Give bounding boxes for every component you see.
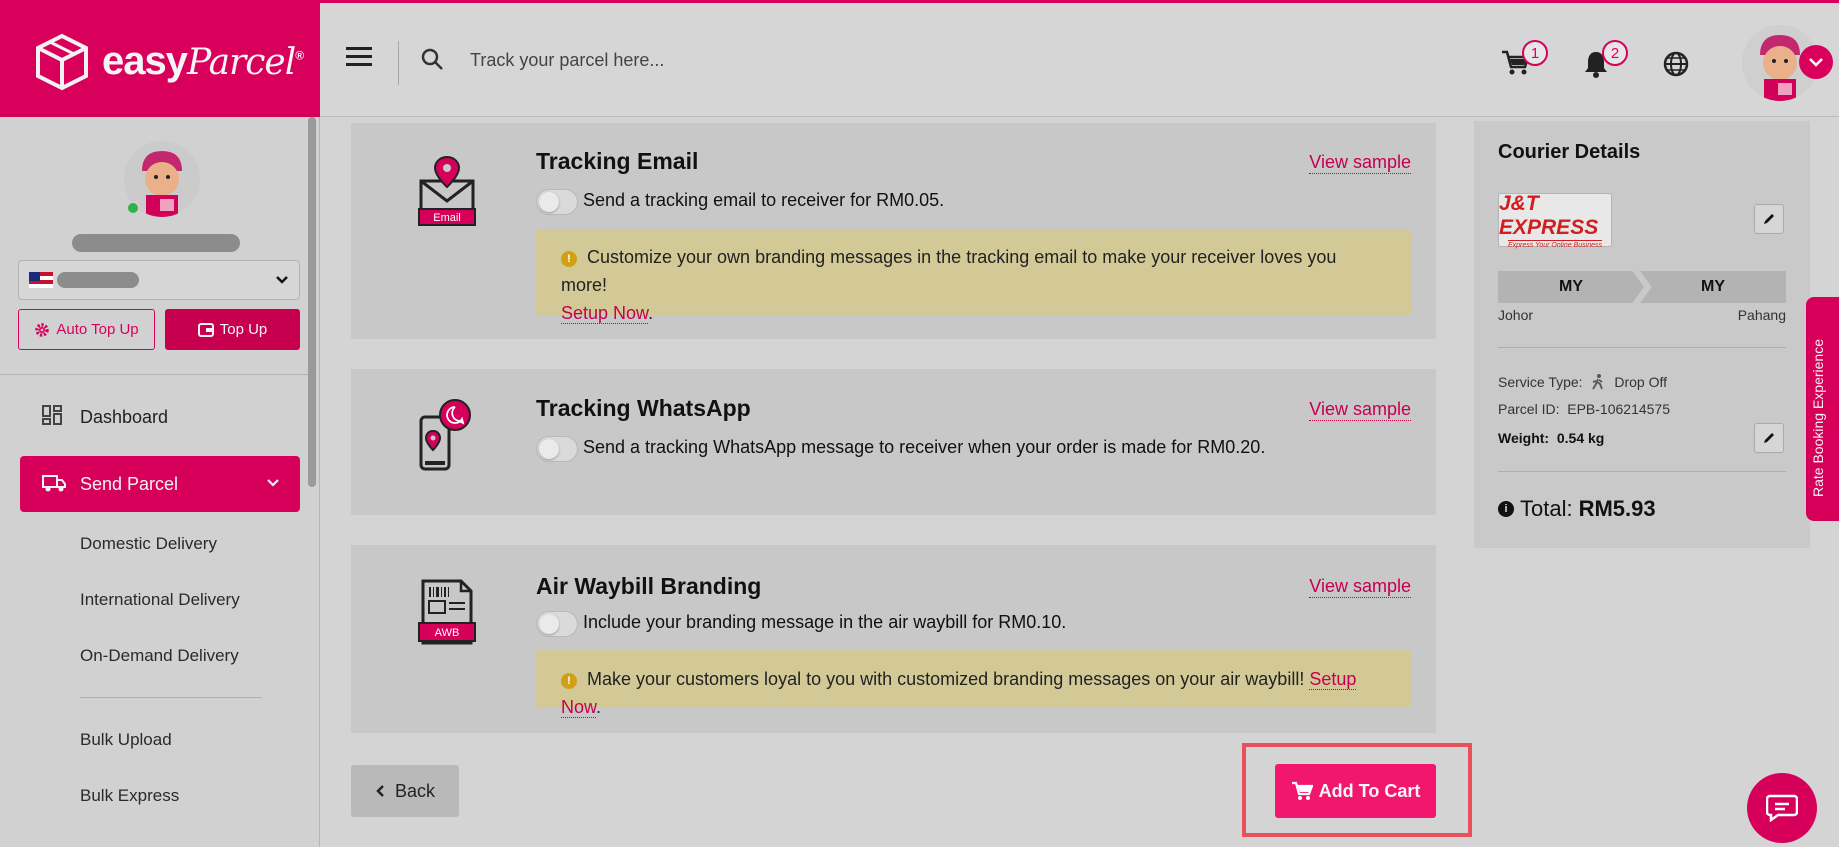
svg-text:AWB: AWB — [435, 627, 460, 639]
language-globe-icon[interactable] — [1662, 50, 1690, 78]
brand-name: easyParcel® — [102, 39, 304, 83]
auto-top-up-label: Auto Top Up — [56, 321, 139, 338]
account-balance-select[interactable] — [18, 260, 300, 300]
origin-state: Johor — [1498, 307, 1534, 323]
view-sample-link[interactable]: View sample — [1309, 152, 1411, 174]
brand-logo[interactable]: easyParcel® — [0, 3, 320, 120]
sidebar-subitem-on-demand[interactable]: On-Demand Delivery — [80, 646, 239, 666]
info-note: ! Make your customers loyal to you with c… — [536, 650, 1411, 718]
sidebar-item-send-parcel[interactable]: Send Parcel — [20, 456, 300, 512]
toggle-label: Send a tracking WhatsApp message to rece… — [583, 437, 1266, 457]
parcel-id-row: Parcel ID: EPB-106214575 — [1498, 401, 1671, 417]
top-bar: easyParcel® 1 2 — [0, 0, 1839, 120]
svg-text:Email: Email — [433, 212, 461, 224]
info-icon: ! — [561, 673, 577, 689]
sidebar-subitem-bulk-upload[interactable]: Bulk Upload — [80, 730, 172, 750]
panel-title: Courier Details — [1498, 141, 1641, 163]
air-waybill-toggle[interactable] — [536, 611, 578, 637]
add-to-cart-label: Add To Cart — [1318, 780, 1421, 801]
card-title: Air Waybill Branding — [536, 573, 762, 599]
courier-logo: J&T EXPRESS Express Your Online Business — [1498, 192, 1612, 249]
email-location-icon: Email — [418, 155, 476, 226]
delivery-truck-icon — [42, 475, 66, 492]
sidebar: Auto Top Up Top Up Dashboard Send Parcel… — [0, 117, 320, 847]
sidebar-item-dashboard[interactable]: Dashboard — [20, 391, 300, 443]
destination-state: Pahang — [1737, 307, 1786, 323]
chevron-down-icon — [267, 479, 279, 487]
sidebar-scrollbar[interactable] — [308, 117, 316, 487]
add-to-cart-button[interactable]: Add To Cart — [1275, 764, 1436, 818]
view-sample-link[interactable]: View sample — [1309, 576, 1411, 598]
horizontal-scrollbar[interactable] — [320, 842, 346, 847]
toggle-label: Include your branding message in the air… — [583, 612, 1067, 632]
malaysia-flag-icon — [29, 272, 53, 288]
total-price: i Total: RM5.93 — [1498, 496, 1656, 522]
card-title: Tracking Email — [536, 148, 699, 174]
sidebar-item-label: Send Parcel — [80, 473, 179, 494]
walking-person-icon — [1592, 374, 1604, 390]
divider — [1498, 347, 1786, 348]
sidebar-item-label: Dashboard — [80, 406, 169, 427]
parcel-box-icon — [36, 33, 88, 90]
user-menu-chevron-icon[interactable] — [1799, 45, 1833, 79]
live-chat-button[interactable] — [1747, 773, 1817, 843]
auto-top-up-button[interactable]: Auto Top Up — [18, 309, 155, 350]
addon-card-tracking-whatsapp: Tracking WhatsApp View sample Send a tra… — [351, 369, 1436, 515]
track-parcel-input[interactable] — [470, 43, 1070, 77]
edit-courier-button[interactable] — [1754, 204, 1784, 234]
edit-parcel-button[interactable] — [1754, 423, 1784, 453]
card-title: Tracking WhatsApp — [536, 395, 751, 421]
whatsapp-phone-icon — [419, 399, 471, 471]
sidebar-divider — [0, 374, 308, 375]
sidebar-subdivider — [80, 697, 262, 698]
back-button[interactable]: Back — [351, 765, 459, 817]
menu-toggle-icon[interactable] — [346, 47, 372, 69]
redacted-username — [72, 234, 240, 252]
pencil-icon — [1764, 433, 1774, 443]
cart-icon — [1291, 781, 1313, 800]
chat-bubble-icon — [1766, 794, 1798, 822]
divider — [1498, 471, 1786, 472]
rate-booking-experience-tab[interactable]: Rate Booking Experience — [1806, 297, 1839, 521]
chevron-left-icon — [376, 785, 384, 797]
chevron-down-icon — [276, 276, 288, 284]
addon-card-air-waybill-branding: AWB Air Waybill Branding View sample Inc… — [351, 545, 1436, 733]
back-label: Back — [394, 780, 436, 801]
weight-row: Weight: 0.54 kg — [1498, 430, 1605, 446]
view-sample-link[interactable]: View sample — [1309, 399, 1411, 421]
sidebar-subitem-domestic[interactable]: Domestic Delivery — [80, 534, 217, 554]
redacted-balance — [57, 272, 139, 288]
service-type-row: Service Type: Drop Off — [1498, 374, 1667, 390]
dashboard-icon — [42, 405, 62, 425]
online-status-indicator — [126, 201, 140, 215]
header-divider — [398, 41, 399, 85]
cart-count-badge: 1 — [1522, 40, 1548, 66]
search-icon — [421, 48, 443, 70]
route-indicator: MY MY — [1498, 271, 1786, 303]
courier-details-panel: Courier Details J&T EXPRESS Express Your… — [1474, 121, 1810, 548]
gear-icon — [35, 322, 50, 337]
info-icon: i — [1498, 501, 1514, 517]
sidebar-subitem-international[interactable]: International Delivery — [80, 590, 240, 610]
tracking-whatsapp-toggle[interactable] — [536, 436, 578, 462]
info-icon: ! — [561, 251, 577, 267]
notification-count-badge: 2 — [1602, 40, 1628, 66]
pencil-icon — [1764, 214, 1774, 224]
wallet-icon — [197, 322, 214, 337]
destination-country: MY — [1640, 271, 1786, 303]
air-waybill-icon: AWB — [418, 579, 476, 645]
setup-now-link[interactable]: Setup Now — [561, 303, 649, 324]
top-up-button[interactable]: Top Up — [165, 309, 300, 350]
sidebar-subitem-bulk-express[interactable]: Bulk Express — [80, 786, 179, 806]
tracking-email-toggle[interactable] — [536, 189, 578, 215]
origin-country: MY — [1498, 271, 1644, 303]
top-up-label: Top Up — [219, 321, 268, 338]
addon-card-tracking-email: Email Tracking Email View sample Send a … — [351, 123, 1436, 339]
toggle-label: Send a tracking email to receiver for RM… — [583, 190, 945, 210]
info-note: ! Customize your own branding messages in… — [536, 229, 1411, 324]
